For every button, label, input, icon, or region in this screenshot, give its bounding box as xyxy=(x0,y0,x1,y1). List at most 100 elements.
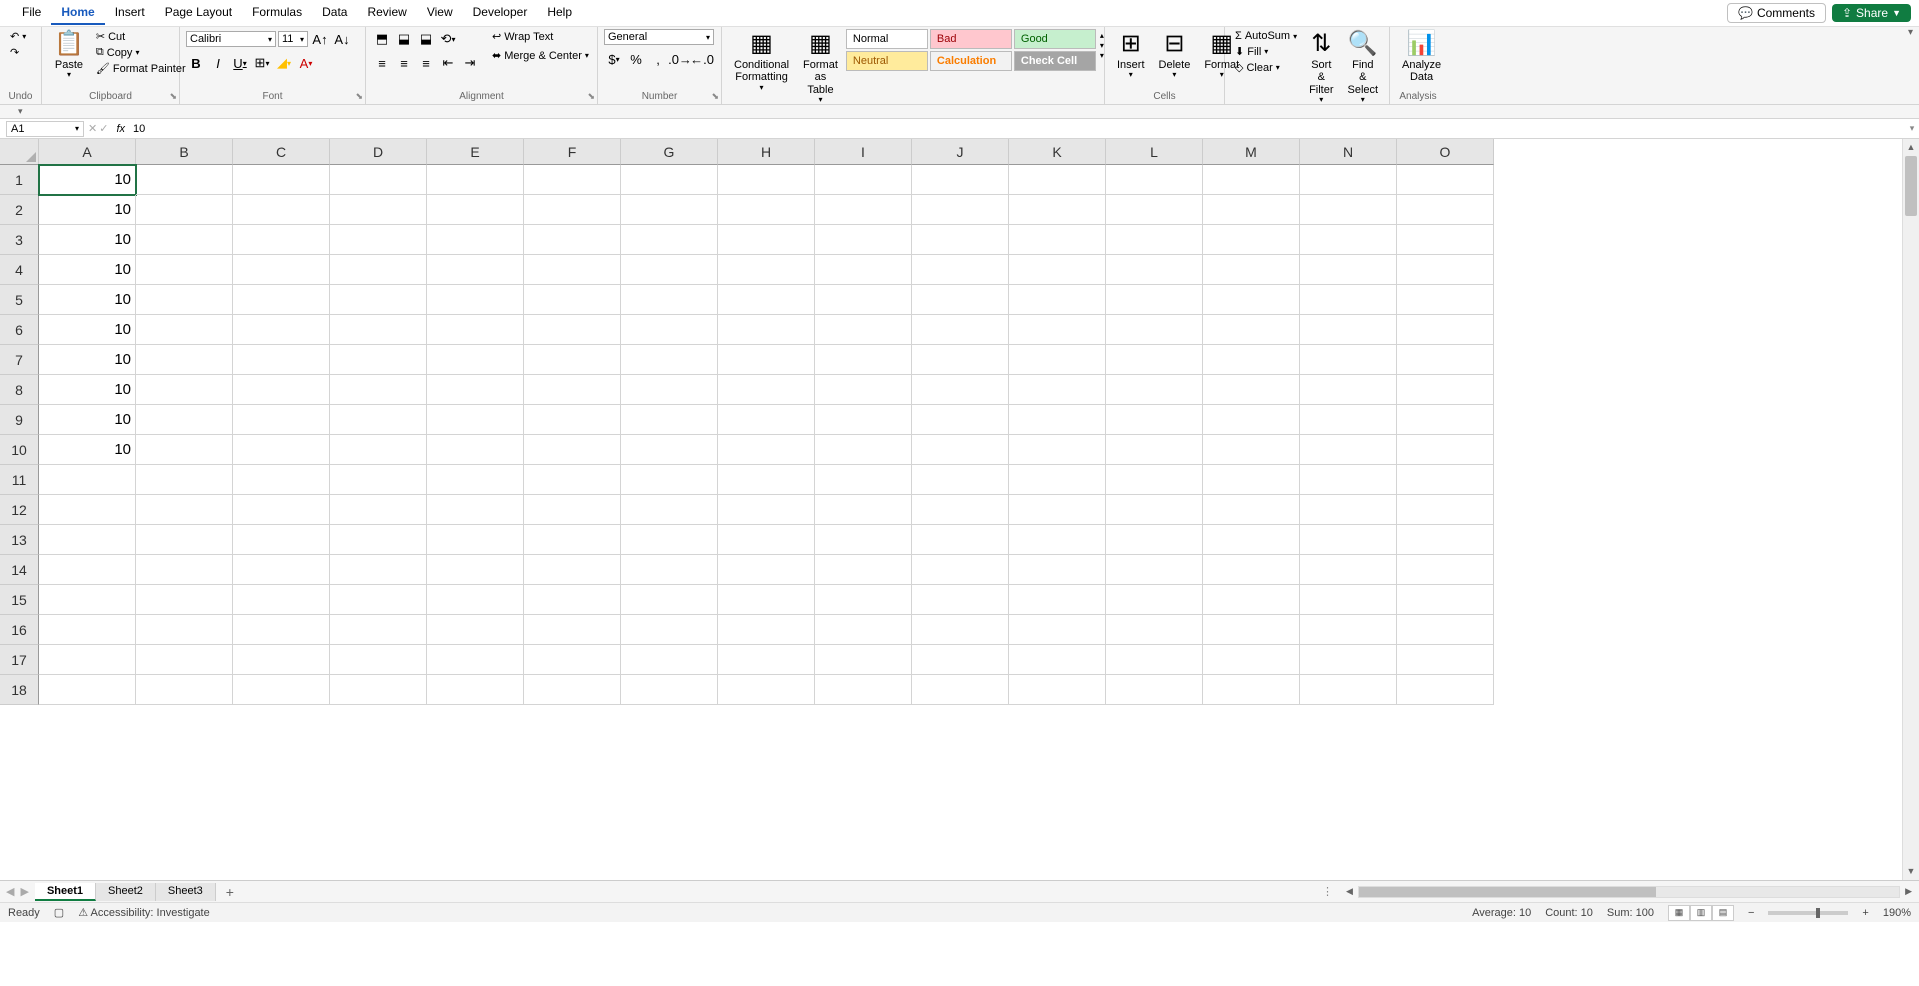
cell-I2[interactable] xyxy=(815,195,912,225)
cell-O15[interactable] xyxy=(1397,585,1494,615)
cell-G13[interactable] xyxy=(621,525,718,555)
insert-cells-button[interactable]: ⊞Insert▾ xyxy=(1111,29,1151,82)
cell-C18[interactable] xyxy=(233,675,330,705)
cell-L2[interactable] xyxy=(1106,195,1203,225)
select-all-corner[interactable] xyxy=(0,139,39,165)
cell-L7[interactable] xyxy=(1106,345,1203,375)
cell-G2[interactable] xyxy=(621,195,718,225)
increase-indent-button[interactable]: ⇥ xyxy=(460,53,480,73)
cell-G14[interactable] xyxy=(621,555,718,585)
cell-L1[interactable] xyxy=(1106,165,1203,195)
cell-J6[interactable] xyxy=(912,315,1009,345)
number-format-select[interactable]: General▾ xyxy=(604,29,714,45)
cell-B6[interactable] xyxy=(136,315,233,345)
row-header-1[interactable]: 1 xyxy=(0,165,39,195)
cell-A17[interactable] xyxy=(39,645,136,675)
cell-E1[interactable] xyxy=(427,165,524,195)
menu-tab-home[interactable]: Home xyxy=(51,1,104,25)
wrap-text-button[interactable]: ↩Wrap Text xyxy=(488,29,593,44)
cell-F18[interactable] xyxy=(524,675,621,705)
cell-I9[interactable] xyxy=(815,405,912,435)
cell-O11[interactable] xyxy=(1397,465,1494,495)
cell-J1[interactable] xyxy=(912,165,1009,195)
enter-formula-icon[interactable]: ✓ xyxy=(99,122,108,135)
cell-K12[interactable] xyxy=(1009,495,1106,525)
cell-E9[interactable] xyxy=(427,405,524,435)
cell-H16[interactable] xyxy=(718,615,815,645)
cell-H3[interactable] xyxy=(718,225,815,255)
cell-H9[interactable] xyxy=(718,405,815,435)
cell-C10[interactable] xyxy=(233,435,330,465)
cell-E10[interactable] xyxy=(427,435,524,465)
cell-K9[interactable] xyxy=(1009,405,1106,435)
cell-M17[interactable] xyxy=(1203,645,1300,675)
cell-H15[interactable] xyxy=(718,585,815,615)
cell-A14[interactable] xyxy=(39,555,136,585)
cell-K7[interactable] xyxy=(1009,345,1106,375)
cell-L18[interactable] xyxy=(1106,675,1203,705)
redo-button[interactable]: ↷ xyxy=(6,45,23,60)
cell-N18[interactable] xyxy=(1300,675,1397,705)
cell-K16[interactable] xyxy=(1009,615,1106,645)
cell-B13[interactable] xyxy=(136,525,233,555)
menu-tab-review[interactable]: Review xyxy=(357,1,416,25)
cell-J11[interactable] xyxy=(912,465,1009,495)
cell-C11[interactable] xyxy=(233,465,330,495)
cell-N15[interactable] xyxy=(1300,585,1397,615)
cell-N9[interactable] xyxy=(1300,405,1397,435)
cell-C5[interactable] xyxy=(233,285,330,315)
cell-M11[interactable] xyxy=(1203,465,1300,495)
cell-H6[interactable] xyxy=(718,315,815,345)
cell-O10[interactable] xyxy=(1397,435,1494,465)
cell-M5[interactable] xyxy=(1203,285,1300,315)
cell-A6[interactable]: 10 xyxy=(39,315,136,345)
ribbon-collapse-button[interactable]: ▾ xyxy=(1908,27,1913,38)
number-launcher[interactable]: ⬊ xyxy=(711,91,719,102)
cell-H2[interactable] xyxy=(718,195,815,225)
scroll-down-button[interactable]: ▼ xyxy=(1903,863,1919,880)
formula-expand-button[interactable]: ▾ xyxy=(1905,123,1919,134)
cell-O16[interactable] xyxy=(1397,615,1494,645)
cell-F8[interactable] xyxy=(524,375,621,405)
cell-D6[interactable] xyxy=(330,315,427,345)
cell-D2[interactable] xyxy=(330,195,427,225)
cell-F11[interactable] xyxy=(524,465,621,495)
cell-G7[interactable] xyxy=(621,345,718,375)
cell-K6[interactable] xyxy=(1009,315,1106,345)
cell-style-calculation[interactable]: Calculation xyxy=(930,51,1012,71)
cell-I16[interactable] xyxy=(815,615,912,645)
column-header-B[interactable]: B xyxy=(136,139,233,165)
column-header-N[interactable]: N xyxy=(1300,139,1397,165)
column-header-G[interactable]: G xyxy=(621,139,718,165)
cell-N5[interactable] xyxy=(1300,285,1397,315)
menu-tab-page-layout[interactable]: Page Layout xyxy=(155,1,242,25)
row-header-9[interactable]: 9 xyxy=(0,405,39,435)
cell-C15[interactable] xyxy=(233,585,330,615)
decrease-indent-button[interactable]: ⇤ xyxy=(438,53,458,73)
analyze-data-button[interactable]: 📊Analyze Data xyxy=(1396,29,1447,86)
cell-J14[interactable] xyxy=(912,555,1009,585)
hscroll-left[interactable]: ◀ xyxy=(1343,886,1356,897)
column-header-E[interactable]: E xyxy=(427,139,524,165)
cell-I4[interactable] xyxy=(815,255,912,285)
cell-A4[interactable]: 10 xyxy=(39,255,136,285)
cell-H10[interactable] xyxy=(718,435,815,465)
cell-N6[interactable] xyxy=(1300,315,1397,345)
sort-filter-button[interactable]: ⇅Sort & Filter▾ xyxy=(1303,29,1339,106)
cell-N11[interactable] xyxy=(1300,465,1397,495)
cell-M1[interactable] xyxy=(1203,165,1300,195)
view-page-layout-button[interactable]: ▥ xyxy=(1690,905,1712,921)
cell-E16[interactable] xyxy=(427,615,524,645)
row-header-5[interactable]: 5 xyxy=(0,285,39,315)
percent-format-button[interactable]: % xyxy=(626,49,646,69)
cell-K5[interactable] xyxy=(1009,285,1106,315)
font-color-button[interactable]: A▾ xyxy=(296,53,316,73)
cell-O13[interactable] xyxy=(1397,525,1494,555)
macro-record-icon[interactable]: ▢ xyxy=(54,906,64,919)
cell-C13[interactable] xyxy=(233,525,330,555)
comma-format-button[interactable]: , xyxy=(648,49,668,69)
cell-I12[interactable] xyxy=(815,495,912,525)
cell-I3[interactable] xyxy=(815,225,912,255)
cell-L3[interactable] xyxy=(1106,225,1203,255)
share-button[interactable]: ⇪ Share ▼ xyxy=(1832,4,1911,22)
